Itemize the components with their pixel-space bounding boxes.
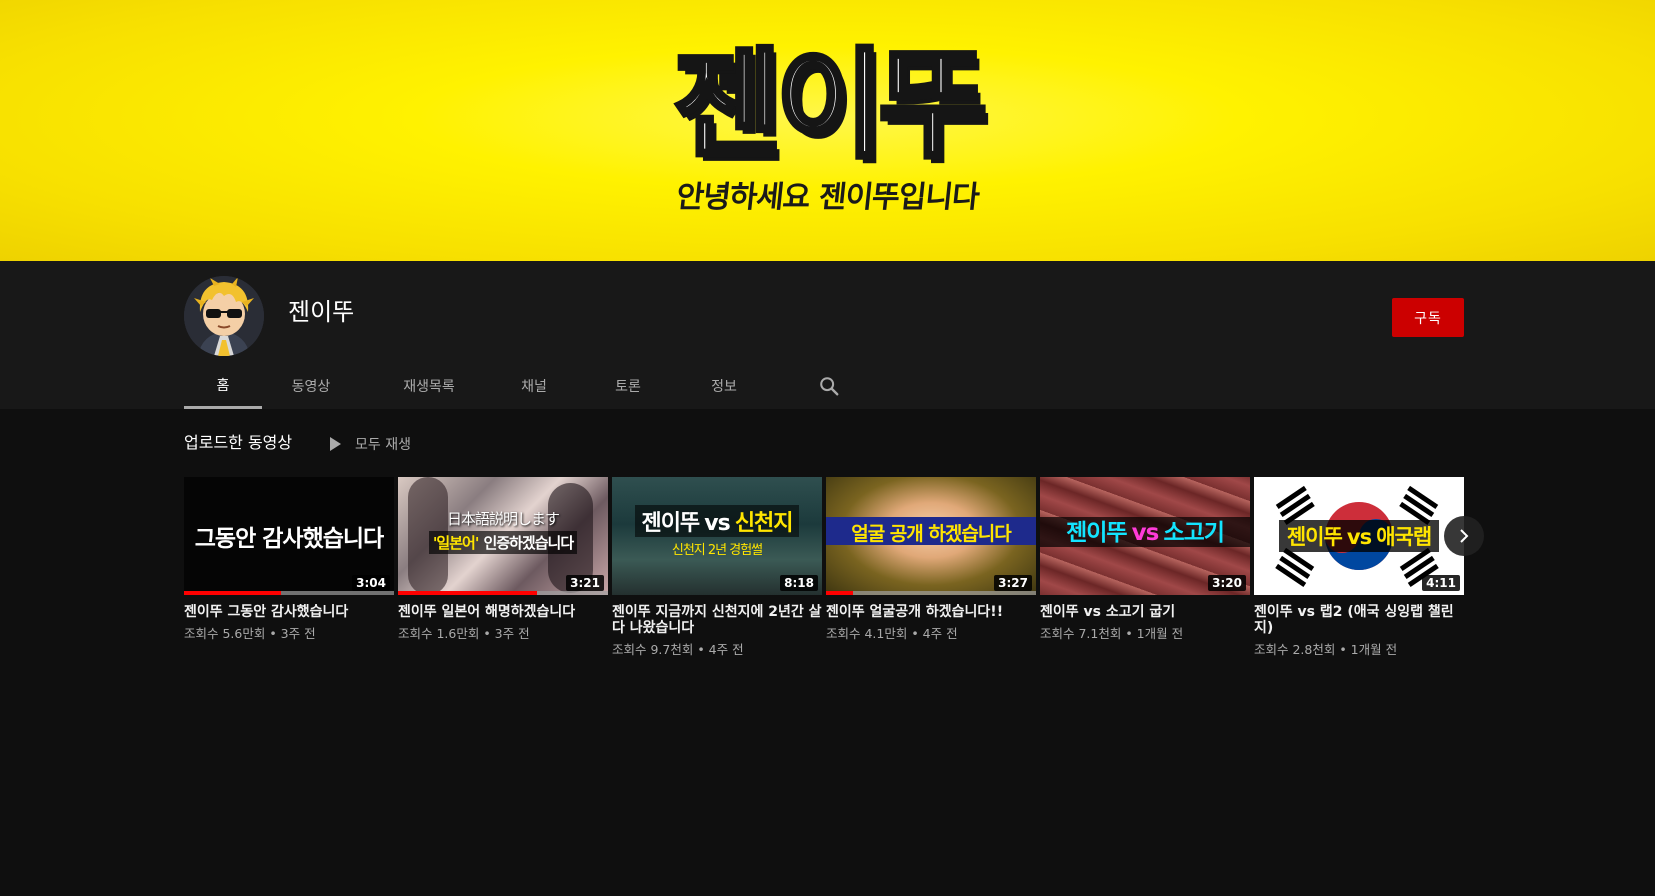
video-thumbnail[interactable]: 젠이뚜 vs 애국랩 4:11 bbox=[1254, 477, 1464, 595]
video-meta: 조회수 5.6만회 • 3주 전 bbox=[184, 626, 316, 641]
video-meta: 조회수 4.1만회 • 4주 전 bbox=[826, 626, 958, 641]
shelf-title[interactable]: 업로드한 동영상 bbox=[184, 432, 292, 454]
video-thumbnail[interactable]: 젠이뚜 vs 신천지 신천지 2년 경험썰 8:18 bbox=[612, 477, 822, 595]
watch-progress-bar bbox=[398, 591, 608, 595]
video-title[interactable]: 젠이뚜 지금까지 신천지에 2년간 살다 나왔습니다 bbox=[612, 604, 822, 636]
video-card[interactable]: 젠이뚜 vs 소고기 3:20 젠이뚜 vs 소고기 굽기 조회수 7.1천회 … bbox=[1040, 477, 1250, 642]
subscribe-button[interactable]: 구독 bbox=[1392, 298, 1464, 337]
channel-header: 젠이뚜 구독 홈 동영상 재생목록 채널 토론 정보 bbox=[0, 261, 1655, 409]
video-card[interactable]: 日本語説明します '일본어' 인증하겠습니다 3:21 젠이뚜 일본어 해명하겠… bbox=[398, 477, 608, 642]
video-duration: 3:04 bbox=[352, 575, 390, 591]
tab-videos[interactable]: 동영상 bbox=[272, 363, 350, 409]
video-title[interactable]: 젠이뚜 일본어 해명하겠습니다 bbox=[398, 604, 608, 620]
chevron-right-icon bbox=[1460, 529, 1469, 543]
video-duration: 3:20 bbox=[1208, 575, 1246, 591]
video-thumbnail[interactable]: 日本語説明します '일본어' 인증하겠습니다 3:21 bbox=[398, 477, 608, 595]
video-title[interactable]: 젠이뚜 얼굴공개 하겠습니다!! bbox=[826, 604, 1036, 620]
channel-tabs: 홈 동영상 재생목록 채널 토론 정보 bbox=[184, 363, 884, 409]
video-thumbnail[interactable]: 그동안 감사했습니다 3:04 bbox=[184, 477, 394, 595]
thumbnail-text-vs: vs bbox=[1346, 525, 1372, 549]
play-all-button[interactable]: 모두 재생 bbox=[330, 433, 411, 455]
play-all-label: 모두 재생 bbox=[355, 437, 411, 453]
video-duration: 3:27 bbox=[994, 575, 1032, 591]
tab-discussion[interactable]: 토론 bbox=[598, 363, 658, 409]
search-icon[interactable] bbox=[818, 375, 840, 397]
banner-tagline: 안녕하세요 젠이뚜입니다 bbox=[674, 180, 981, 215]
watch-progress-bar bbox=[826, 591, 1036, 595]
video-shelf: 그동안 감사했습니다 3:04 젠이뚜 그동안 감사했습니다 조회수 5.6만회… bbox=[184, 477, 1464, 677]
video-card[interactable]: 그동안 감사했습니다 3:04 젠이뚜 그동안 감사했습니다 조회수 5.6만회… bbox=[184, 477, 394, 642]
thumbnail-text-highlight: 소고기 bbox=[1163, 520, 1224, 546]
video-meta: 조회수 2.8천회 • 1개월 전 bbox=[1254, 642, 1398, 657]
watch-progress-fill bbox=[826, 591, 854, 595]
video-duration: 4:11 bbox=[1422, 575, 1460, 591]
avatar-illustration-icon bbox=[184, 276, 264, 356]
thumbnail-text-vs: vs bbox=[704, 510, 730, 536]
tab-channels[interactable]: 채널 bbox=[504, 363, 564, 409]
thumbnail-text: 얼굴 공개 하겠습니다 bbox=[851, 522, 1012, 545]
channel-banner: 젠이뚜 안녕하세요 젠이뚜입니다 bbox=[0, 0, 1655, 261]
video-card[interactable]: 젠이뚜 vs 신천지 신천지 2년 경험썰 8:18 젠이뚜 지금까지 신천지에… bbox=[612, 477, 822, 658]
thumbnail-text-highlight: '일본어' bbox=[432, 534, 480, 552]
video-meta: 조회수 1.6만회 • 3주 전 bbox=[398, 626, 530, 641]
thumbnail-text-japanese: 日本語説明します bbox=[446, 510, 560, 528]
video-duration: 8:18 bbox=[780, 575, 818, 591]
thumbnail-text: 젠이뚜 bbox=[641, 510, 700, 536]
video-meta: 조회수 9.7천회 • 4주 전 bbox=[612, 642, 744, 657]
video-thumbnail[interactable]: 얼굴 공개 하겠습니다 3:27 bbox=[826, 477, 1036, 595]
thumbnail-text: 그동안 감사했습니다 bbox=[194, 526, 384, 552]
video-card[interactable]: 얼굴 공개 하겠습니다 3:27 젠이뚜 얼굴공개 하겠습니다!! 조회수 4.… bbox=[826, 477, 1036, 642]
video-duration: 3:21 bbox=[566, 575, 604, 591]
video-thumbnail[interactable]: 젠이뚜 vs 소고기 3:20 bbox=[1040, 477, 1250, 595]
thumbnail-text-highlight: 신천지 bbox=[734, 510, 794, 536]
tab-about[interactable]: 정보 bbox=[694, 363, 754, 409]
thumbnail-text-highlight: 애국랩 bbox=[1376, 525, 1432, 549]
channel-name: 젠이뚜 bbox=[288, 298, 355, 326]
watch-progress-fill bbox=[398, 591, 537, 595]
tab-playlists[interactable]: 재생목록 bbox=[382, 363, 476, 409]
shelf-next-button[interactable] bbox=[1444, 516, 1484, 556]
thumbnail-subtext: 신천지 2년 경험썰 bbox=[671, 542, 763, 558]
thumbnail-text: 인증하겠습니다 bbox=[483, 534, 575, 552]
channel-avatar[interactable] bbox=[184, 276, 264, 356]
video-title[interactable]: 젠이뚜 vs 랩2 (애국 싱잉랩 챌린지) bbox=[1254, 604, 1464, 636]
watch-progress-bar bbox=[184, 591, 394, 595]
video-card[interactable]: 젠이뚜 vs 애국랩 4:11 젠이뚜 vs 랩2 (애국 싱잉랩 챌린지) 조… bbox=[1254, 477, 1464, 658]
video-title[interactable]: 젠이뚜 그동안 감사했습니다 bbox=[184, 604, 394, 620]
thumbnail-text: 젠이뚜 bbox=[1286, 525, 1343, 549]
banner-logo-text: 젠이뚜 bbox=[671, 36, 990, 174]
thumbnail-text-vs: vs bbox=[1131, 520, 1160, 546]
video-meta: 조회수 7.1천회 • 1개월 전 bbox=[1040, 626, 1184, 641]
play-icon bbox=[330, 437, 341, 451]
tab-home[interactable]: 홈 bbox=[184, 363, 262, 409]
watch-progress-fill bbox=[184, 591, 281, 595]
thumbnail-text: 젠이뚜 bbox=[1066, 520, 1127, 546]
video-title[interactable]: 젠이뚜 vs 소고기 굽기 bbox=[1040, 604, 1250, 620]
